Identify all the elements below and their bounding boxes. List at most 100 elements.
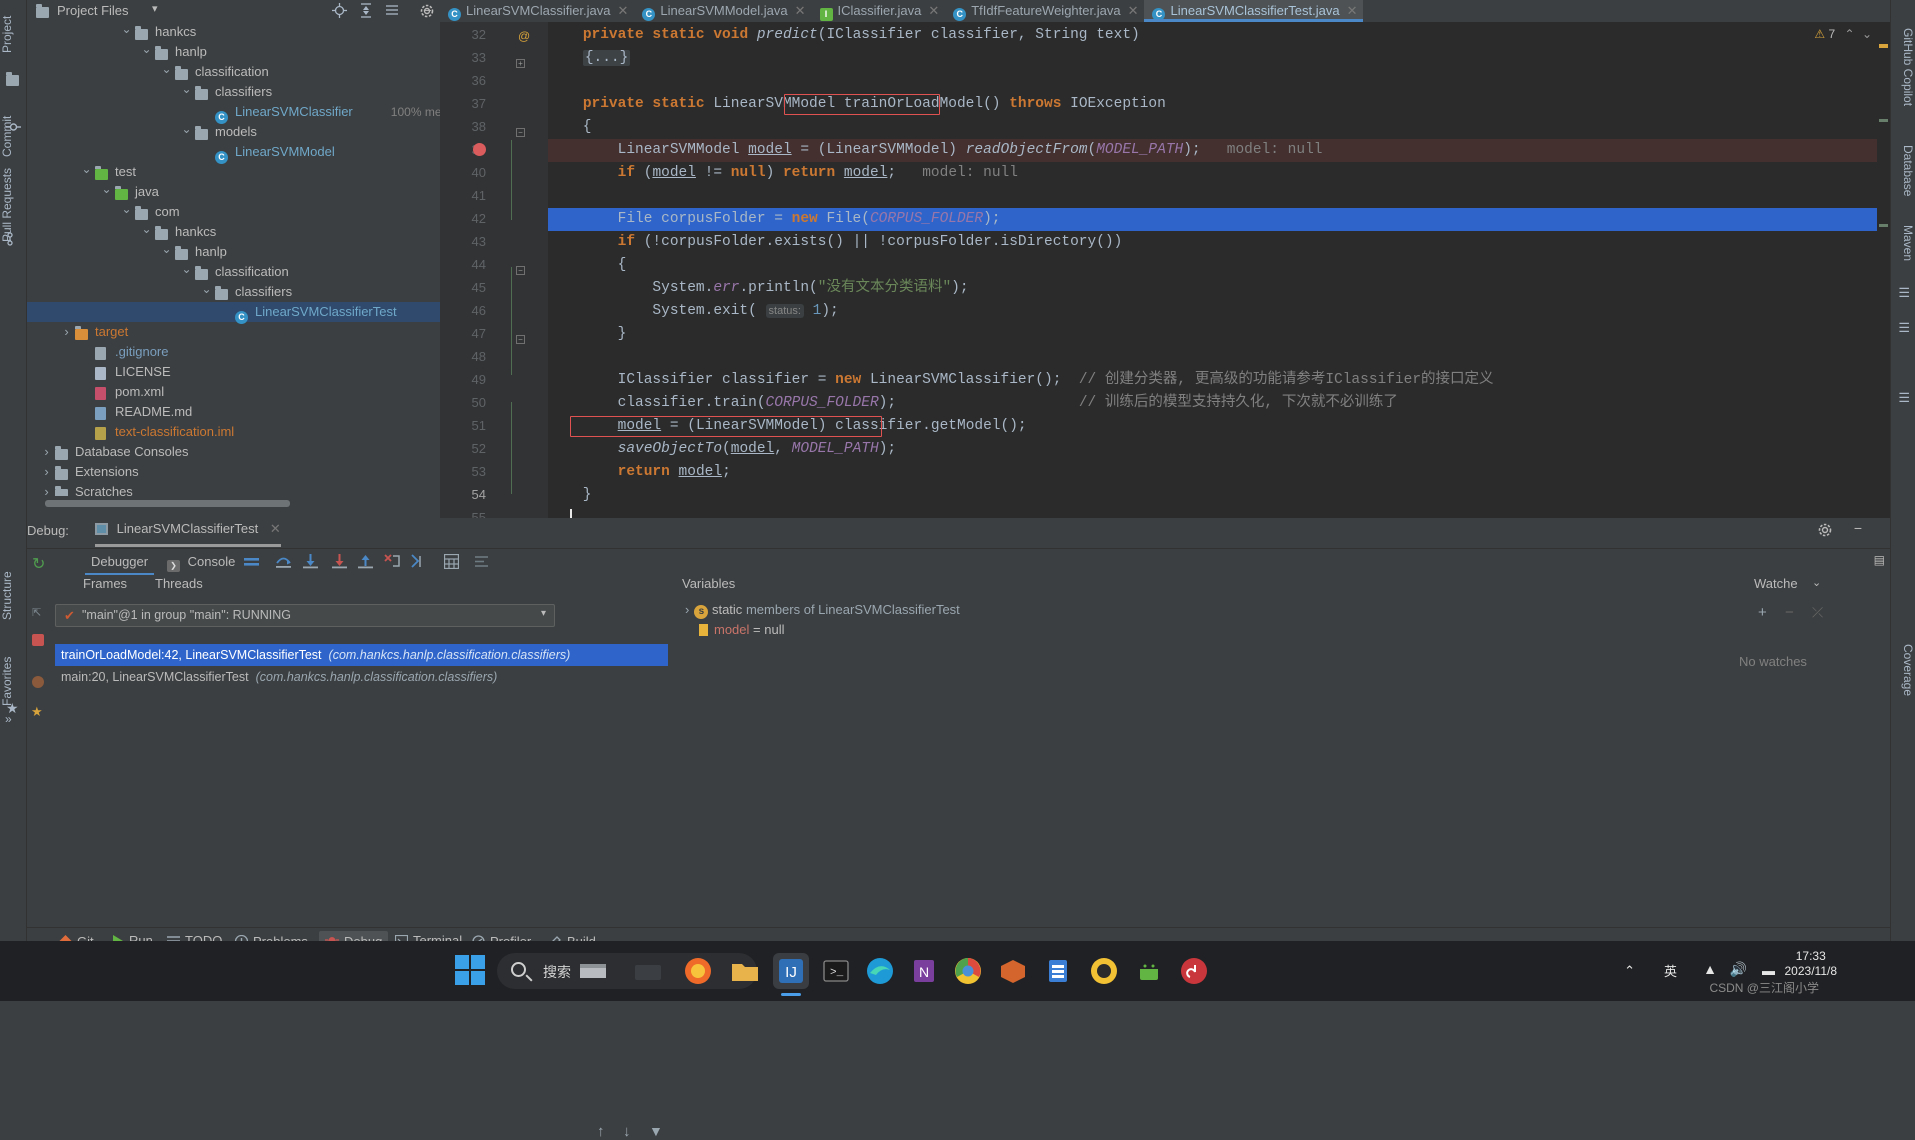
frames-up-icon[interactable]: ↑ <box>597 1123 605 1140</box>
variable-row-0[interactable]: › s static members of LinearSVMClassifier… <box>685 602 960 619</box>
tree-item-test[interactable]: test <box>27 162 440 182</box>
tree-item-classifiers[interactable]: classifiers <box>27 282 440 302</box>
chrome-icon[interactable] <box>950 953 986 989</box>
tree-arrow-icon[interactable]: › <box>685 602 689 617</box>
ime-indicator[interactable]: 英 <box>1664 961 1677 980</box>
evaluate-expression-icon[interactable] <box>443 553 460 572</box>
fold-collapse-icon-3[interactable]: − <box>516 330 525 345</box>
sidebar-item-structure[interactable]: Structure <box>0 560 27 632</box>
editor-tab-iclassifier[interactable]: I IClassifier.java ✕ <box>812 0 946 22</box>
search-input[interactable]: 搜索 <box>497 953 757 989</box>
inspection-warning-badge[interactable]: ⚠ 7 ⌃ ⌄ <box>1814 27 1872 41</box>
obs-icon[interactable] <box>1086 953 1122 989</box>
editor-tab-bar[interactable]: C LinearSVMClassifier.java ✕ C LinearSVMMode… <box>440 0 1890 22</box>
fold-expand-icon[interactable]: + <box>516 54 525 69</box>
code-line-53[interactable]: return model; <box>548 461 731 484</box>
collapse-all-icon[interactable] <box>359 3 373 21</box>
idea-icon[interactable]: IJ <box>773 953 809 996</box>
sidebar-item-database[interactable]: Database <box>1890 135 1915 207</box>
folder-icon-3[interactable] <box>727 953 763 989</box>
tree-arrow-icon[interactable] <box>41 442 52 462</box>
thread-selector[interactable]: ✔ "main"@1 in group "main": RUNNING ▾ <box>55 604 555 627</box>
threads-header[interactable]: Threads <box>155 576 203 591</box>
tree-arrow-icon[interactable] <box>81 162 92 182</box>
close-icon[interactable]: ✕ <box>1128 3 1139 18</box>
force-step-into-icon[interactable] <box>332 554 347 572</box>
chevron-down-icon-2[interactable]: ⌄ <box>1862 27 1872 41</box>
tab-debugger[interactable]: Debugger <box>84 554 155 575</box>
sidebar-item-project[interactable]: Project <box>0 4 27 64</box>
code-line-49[interactable]: IClassifier classifier = new LinearSVMCl… <box>548 369 1494 392</box>
code-line-52[interactable]: saveObjectTo(model, MODEL_PATH); <box>548 438 896 461</box>
code-line-47[interactable]: } <box>548 323 627 346</box>
commit-icon[interactable] <box>6 120 21 134</box>
tree-item-text-classification-iml[interactable]: text-classification.iml <box>27 422 440 442</box>
code-line-33[interactable]: {...} <box>548 47 631 70</box>
tray-expand-icon[interactable]: ⌃ <box>1624 963 1635 979</box>
onenote-icon[interactable]: N <box>906 953 942 989</box>
tree-arrow-icon[interactable] <box>161 242 172 262</box>
tree-item-linearsvmclassifier[interactable]: CLinearSVMClassifier100% methods <box>27 102 440 124</box>
tree-item-hankcs[interactable]: hankcs <box>27 22 440 42</box>
frames-filter-icon[interactable]: ▼ <box>649 1123 663 1139</box>
excel-icon[interactable] <box>1040 953 1076 989</box>
code-line-43[interactable]: if (!corpusFolder.exists() || !corpusFol… <box>548 231 1123 254</box>
box-icon[interactable] <box>995 953 1031 989</box>
breakpoint-red-icon[interactable] <box>32 634 44 646</box>
rerun-icon[interactable]: ↻ <box>32 554 45 574</box>
tree-arrow-icon[interactable] <box>121 202 132 222</box>
step-out-icon[interactable] <box>358 554 373 572</box>
tree-item-java[interactable]: java <box>27 182 440 202</box>
sidebar-item-maven[interactable]: Maven <box>1890 215 1915 271</box>
expand-strip-icon[interactable]: » <box>5 712 20 726</box>
frames-down-icon[interactable]: ↓ <box>623 1123 631 1140</box>
drop-frame-icon[interactable] <box>384 554 400 572</box>
tree-item-classification[interactable]: classification <box>27 62 440 82</box>
hamburger-icon-3[interactable]: ☰ <box>1898 390 1910 406</box>
close-icon[interactable]: ✕ <box>1347 3 1358 18</box>
star-icon[interactable]: ★ <box>31 704 43 720</box>
fold-collapse-icon-2[interactable]: − <box>516 261 525 276</box>
battery-icon[interactable]: ▬ <box>1762 963 1775 978</box>
step-over-icon[interactable] <box>275 554 292 572</box>
terminal-icon-2[interactable]: >_ <box>818 953 854 989</box>
code-line-38[interactable]: { <box>548 116 592 139</box>
tree-item-hankcs[interactable]: hankcs <box>27 222 440 242</box>
fold-collapse-icon[interactable]: − <box>516 123 525 138</box>
wifi-icon[interactable]: ▲ <box>1703 961 1717 977</box>
sidebar-item-coverage[interactable]: Coverage <box>1890 630 1915 710</box>
frame-row-1[interactable]: main:20, LinearSVMClassifierTest (com.han… <box>55 666 668 688</box>
project-panel-title[interactable]: Project Files <box>57 3 129 18</box>
code-line-40[interactable]: if (model != null) return model; model: … <box>548 162 1018 185</box>
tree-item-models[interactable]: models <box>27 122 440 142</box>
clock[interactable]: 17:33 2023/11/8 <box>1785 949 1838 979</box>
tree-arrow-icon[interactable] <box>141 222 152 242</box>
tree-item-pom-xml[interactable]: pom.xml <box>27 382 440 402</box>
pull-requests-icon[interactable] <box>6 232 21 246</box>
breakpoint-brown-icon[interactable] <box>32 676 44 688</box>
code-line-45[interactable]: System.err.println("没有文本分类语料"); <box>548 277 968 300</box>
close-icon[interactable]: ✕ <box>928 3 939 18</box>
sidebar-item-copilot[interactable]: GitHub Copilot <box>1890 18 1915 116</box>
tree-item-hanlp[interactable]: hanlp <box>27 42 440 62</box>
code-content[interactable]: private static void predict(IClassifier … <box>548 22 1890 518</box>
watches-chevron-icon[interactable]: ⌄ <box>1812 576 1821 589</box>
firefox-icon[interactable] <box>680 953 716 989</box>
tree-item-linearsvmmodel[interactable]: C LinearSVMModel <box>27 142 440 164</box>
variables-header[interactable]: Variables <box>682 576 735 591</box>
code-line-39[interactable]: LinearSVMModel model = (LinearSVMModel) … <box>548 139 1323 162</box>
tree-item-database-consoles[interactable]: Database Consoles <box>27 442 440 462</box>
project-tree[interactable]: hankcs hanlp classification classifiers CLin… <box>27 22 440 496</box>
code-line-50[interactable]: classifier.train(CORPUS_FOLDER); // 训练后的… <box>548 392 1398 415</box>
tree-arrow-icon[interactable] <box>181 82 192 102</box>
tree-item-readme-md[interactable]: README.md <box>27 402 440 422</box>
add-watch-icon[interactable]: + <box>1758 604 1767 621</box>
tree-arrow-icon[interactable] <box>121 22 132 42</box>
project-horizontal-scrollbar[interactable] <box>45 500 443 507</box>
sort-values-icon[interactable] <box>475 554 491 572</box>
tree-arrow-icon[interactable] <box>181 262 192 282</box>
tree-arrow-icon[interactable] <box>61 322 72 342</box>
debug-minimize-icon[interactable]: − <box>1854 520 1862 536</box>
tree-item-extensions[interactable]: Extensions <box>27 462 440 482</box>
remove-watch-icon[interactable]: − <box>1785 604 1794 621</box>
